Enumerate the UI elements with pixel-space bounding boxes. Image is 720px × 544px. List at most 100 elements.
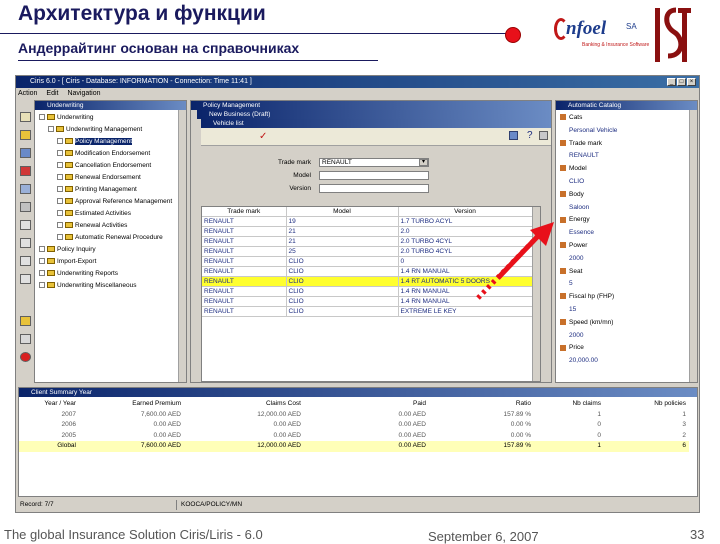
slide-subtitle: Андеррайтинг основан на справочниках xyxy=(18,40,300,56)
vehicle-cell-trade: RENAULT xyxy=(202,266,287,277)
tree-item[interactable]: Renewal Endorsement xyxy=(57,173,141,182)
tree-item[interactable]: Cancellation Endorsement xyxy=(57,161,151,170)
catalog-key[interactable]: Model xyxy=(560,164,587,173)
app-window: Ciris 6.0 - [ Ciris - Database: INFORMAT… xyxy=(15,75,700,513)
tree-item-label: Import-Export xyxy=(57,258,97,265)
tool-print-icon[interactable] xyxy=(20,202,31,212)
catalog-key[interactable]: Trade mark xyxy=(560,139,602,148)
minimize-button[interactable]: _ xyxy=(667,78,676,86)
tool-open-icon[interactable] xyxy=(20,130,31,140)
expand-toggle-icon[interactable] xyxy=(39,270,45,277)
tool-help-icon[interactable] xyxy=(20,334,31,344)
trade-mark-select[interactable]: RENAULT xyxy=(319,158,429,167)
tree-item[interactable]: Renewal Activities xyxy=(57,221,127,230)
tree-item[interactable]: Approval Reference Management xyxy=(57,197,172,206)
tool-lock-icon[interactable] xyxy=(20,316,31,326)
catalog-key[interactable]: Price xyxy=(560,343,584,352)
vehicle-cell-model: CLIO xyxy=(286,266,399,277)
tool-export-icon[interactable] xyxy=(20,274,31,284)
expand-toggle-icon[interactable] xyxy=(57,174,63,181)
tree-item[interactable]: Policy Inquiry xyxy=(39,245,96,254)
expand-toggle-icon[interactable] xyxy=(39,246,45,253)
tree-item[interactable]: Underwriting Management xyxy=(48,125,142,134)
col-version[interactable]: Version xyxy=(398,207,533,217)
expand-toggle-icon[interactable] xyxy=(39,258,45,265)
maximize-button[interactable]: □ xyxy=(677,78,686,86)
summary-panel: Client Summary Year Year / Year Earned P… xyxy=(18,387,698,497)
catalog-key[interactable]: Cats xyxy=(560,113,582,122)
tool-new-icon[interactable] xyxy=(20,112,31,122)
tree-item[interactable]: Modification Endorsement xyxy=(57,149,150,158)
catalog-key[interactable]: Speed (km/mn) xyxy=(560,318,613,327)
model-field[interactable] xyxy=(319,171,429,180)
menu-navigation[interactable]: Navigation xyxy=(67,90,100,97)
catalog-scrollbar[interactable] xyxy=(689,110,697,382)
tree-item[interactable]: Underwriting Reports xyxy=(39,269,118,278)
summary-total-row[interactable]: Global 7,600.00 AED 12,000.00 AED 0.00 A… xyxy=(19,441,689,452)
col-model[interactable]: Model xyxy=(286,207,399,217)
status-record: Record: 7/7 xyxy=(20,501,54,508)
col-ratio[interactable]: Ratio xyxy=(429,399,534,410)
tool-edit-icon[interactable] xyxy=(20,238,31,248)
tool-refresh-icon[interactable] xyxy=(20,166,31,176)
tree-item[interactable]: Estimated Activities xyxy=(57,209,131,218)
expand-toggle-icon[interactable] xyxy=(57,234,63,241)
col-paid[interactable]: Paid xyxy=(304,399,429,410)
tool-copy-icon[interactable] xyxy=(20,256,31,266)
col-year[interactable]: Year / Year xyxy=(19,399,79,410)
tree-item[interactable]: Import-Export xyxy=(39,257,96,266)
policy-window-subtitle: New Business (Draft) xyxy=(197,110,551,119)
tool-disk-icon[interactable] xyxy=(509,131,518,140)
tree-item[interactable]: Automatic Renewal Procedure xyxy=(57,233,163,242)
trade-mark-dropdown-icon[interactable]: ▾ xyxy=(419,159,428,166)
tool-search-icon[interactable] xyxy=(20,184,31,194)
expand-toggle-icon[interactable] xyxy=(57,198,63,205)
catalog-label: Trade mark xyxy=(569,139,602,147)
expand-toggle-icon[interactable] xyxy=(57,186,63,193)
folder-icon xyxy=(65,162,73,169)
summary-cell-ratio: 0.00 % xyxy=(510,421,531,429)
catalog-label: Speed (km/mn) xyxy=(569,318,614,326)
summary-row[interactable]: 2007 7,600.00 AED 12,000.00 AED 0.00 AED 157… xyxy=(19,410,689,421)
expand-toggle-icon[interactable] xyxy=(57,138,63,145)
tool-exit-icon[interactable] xyxy=(20,352,31,362)
version-field[interactable] xyxy=(319,184,429,193)
expand-toggle-icon[interactable] xyxy=(57,222,63,229)
summary-row[interactable]: 2005 0.00 AED 0.00 AED 0.00 AED 0.00 % 0 2 xyxy=(19,431,689,442)
vehicle-row[interactable]: RENAULT CLIO EXTREME LE KEY xyxy=(202,306,533,317)
tree-item[interactable]: Policy Management xyxy=(57,137,133,146)
expand-toggle-icon[interactable] xyxy=(57,150,63,157)
expand-toggle-icon[interactable] xyxy=(39,282,45,289)
tree-item[interactable]: Underwriting Miscellaneous xyxy=(39,281,136,290)
menu-action[interactable]: Action xyxy=(18,90,37,97)
tree-item-label: Cancellation Endorsement xyxy=(75,162,152,169)
tree-item[interactable]: Printing Management xyxy=(57,185,137,194)
expand-toggle-icon[interactable] xyxy=(57,162,63,169)
folder-icon xyxy=(47,246,55,253)
catalog-value: CLIO xyxy=(560,177,584,186)
tool-list-icon[interactable] xyxy=(20,220,31,230)
catalog-pin-icon xyxy=(560,114,566,121)
tool-help-question-icon[interactable]: ? xyxy=(527,130,533,141)
tree-scrollbar[interactable] xyxy=(178,110,186,382)
close-button[interactable]: × xyxy=(687,78,696,86)
col-nb-claims[interactable]: Nb claims xyxy=(534,399,604,410)
folder-icon xyxy=(65,174,73,181)
expand-toggle-icon[interactable] xyxy=(57,210,63,217)
expand-toggle-icon[interactable] xyxy=(39,114,45,121)
tool-print-small-icon[interactable] xyxy=(539,131,548,140)
tree-item-label: Renewal Activities xyxy=(75,222,128,229)
catalog-label: Price xyxy=(569,344,584,352)
col-claims[interactable]: Claims Cost xyxy=(184,399,304,410)
catalog-key[interactable]: Body xyxy=(560,190,584,199)
col-nb-policies[interactable]: Nb policies xyxy=(604,399,689,410)
menu-edit[interactable]: Edit xyxy=(46,90,58,97)
col-earned[interactable]: Earned Premium xyxy=(79,399,184,410)
tool-save-icon[interactable] xyxy=(20,148,31,158)
expand-toggle-icon[interactable] xyxy=(48,126,54,133)
summary-row[interactable]: 2006 0.00 AED 0.00 AED 0.00 AED 0.00 % 0 3 xyxy=(19,420,689,431)
tool-check-icon[interactable]: ✓ xyxy=(259,131,267,142)
col-trade-mark[interactable]: Trade mark xyxy=(202,207,287,217)
tree-item[interactable]: Underwriting xyxy=(39,113,94,122)
tree-item-label: Underwriting Reports xyxy=(57,270,119,277)
